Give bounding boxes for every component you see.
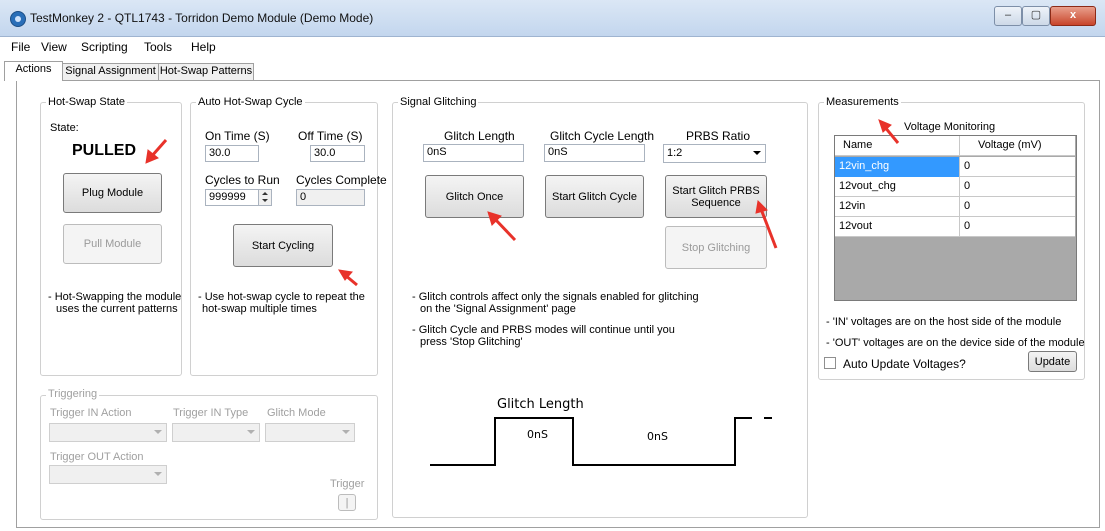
arrow-annotation-prbs bbox=[755, 199, 778, 249]
arrow-annotation-start-cycling bbox=[338, 269, 358, 287]
arrow-annotation-voltage-grid bbox=[878, 119, 900, 144]
annotation-arrows bbox=[145, 119, 900, 287]
tab-actions[interactable]: Actions bbox=[4, 61, 63, 81]
arrow-annotation-glitch-once bbox=[487, 211, 517, 242]
arrow-annotation-pulled bbox=[145, 139, 168, 164]
